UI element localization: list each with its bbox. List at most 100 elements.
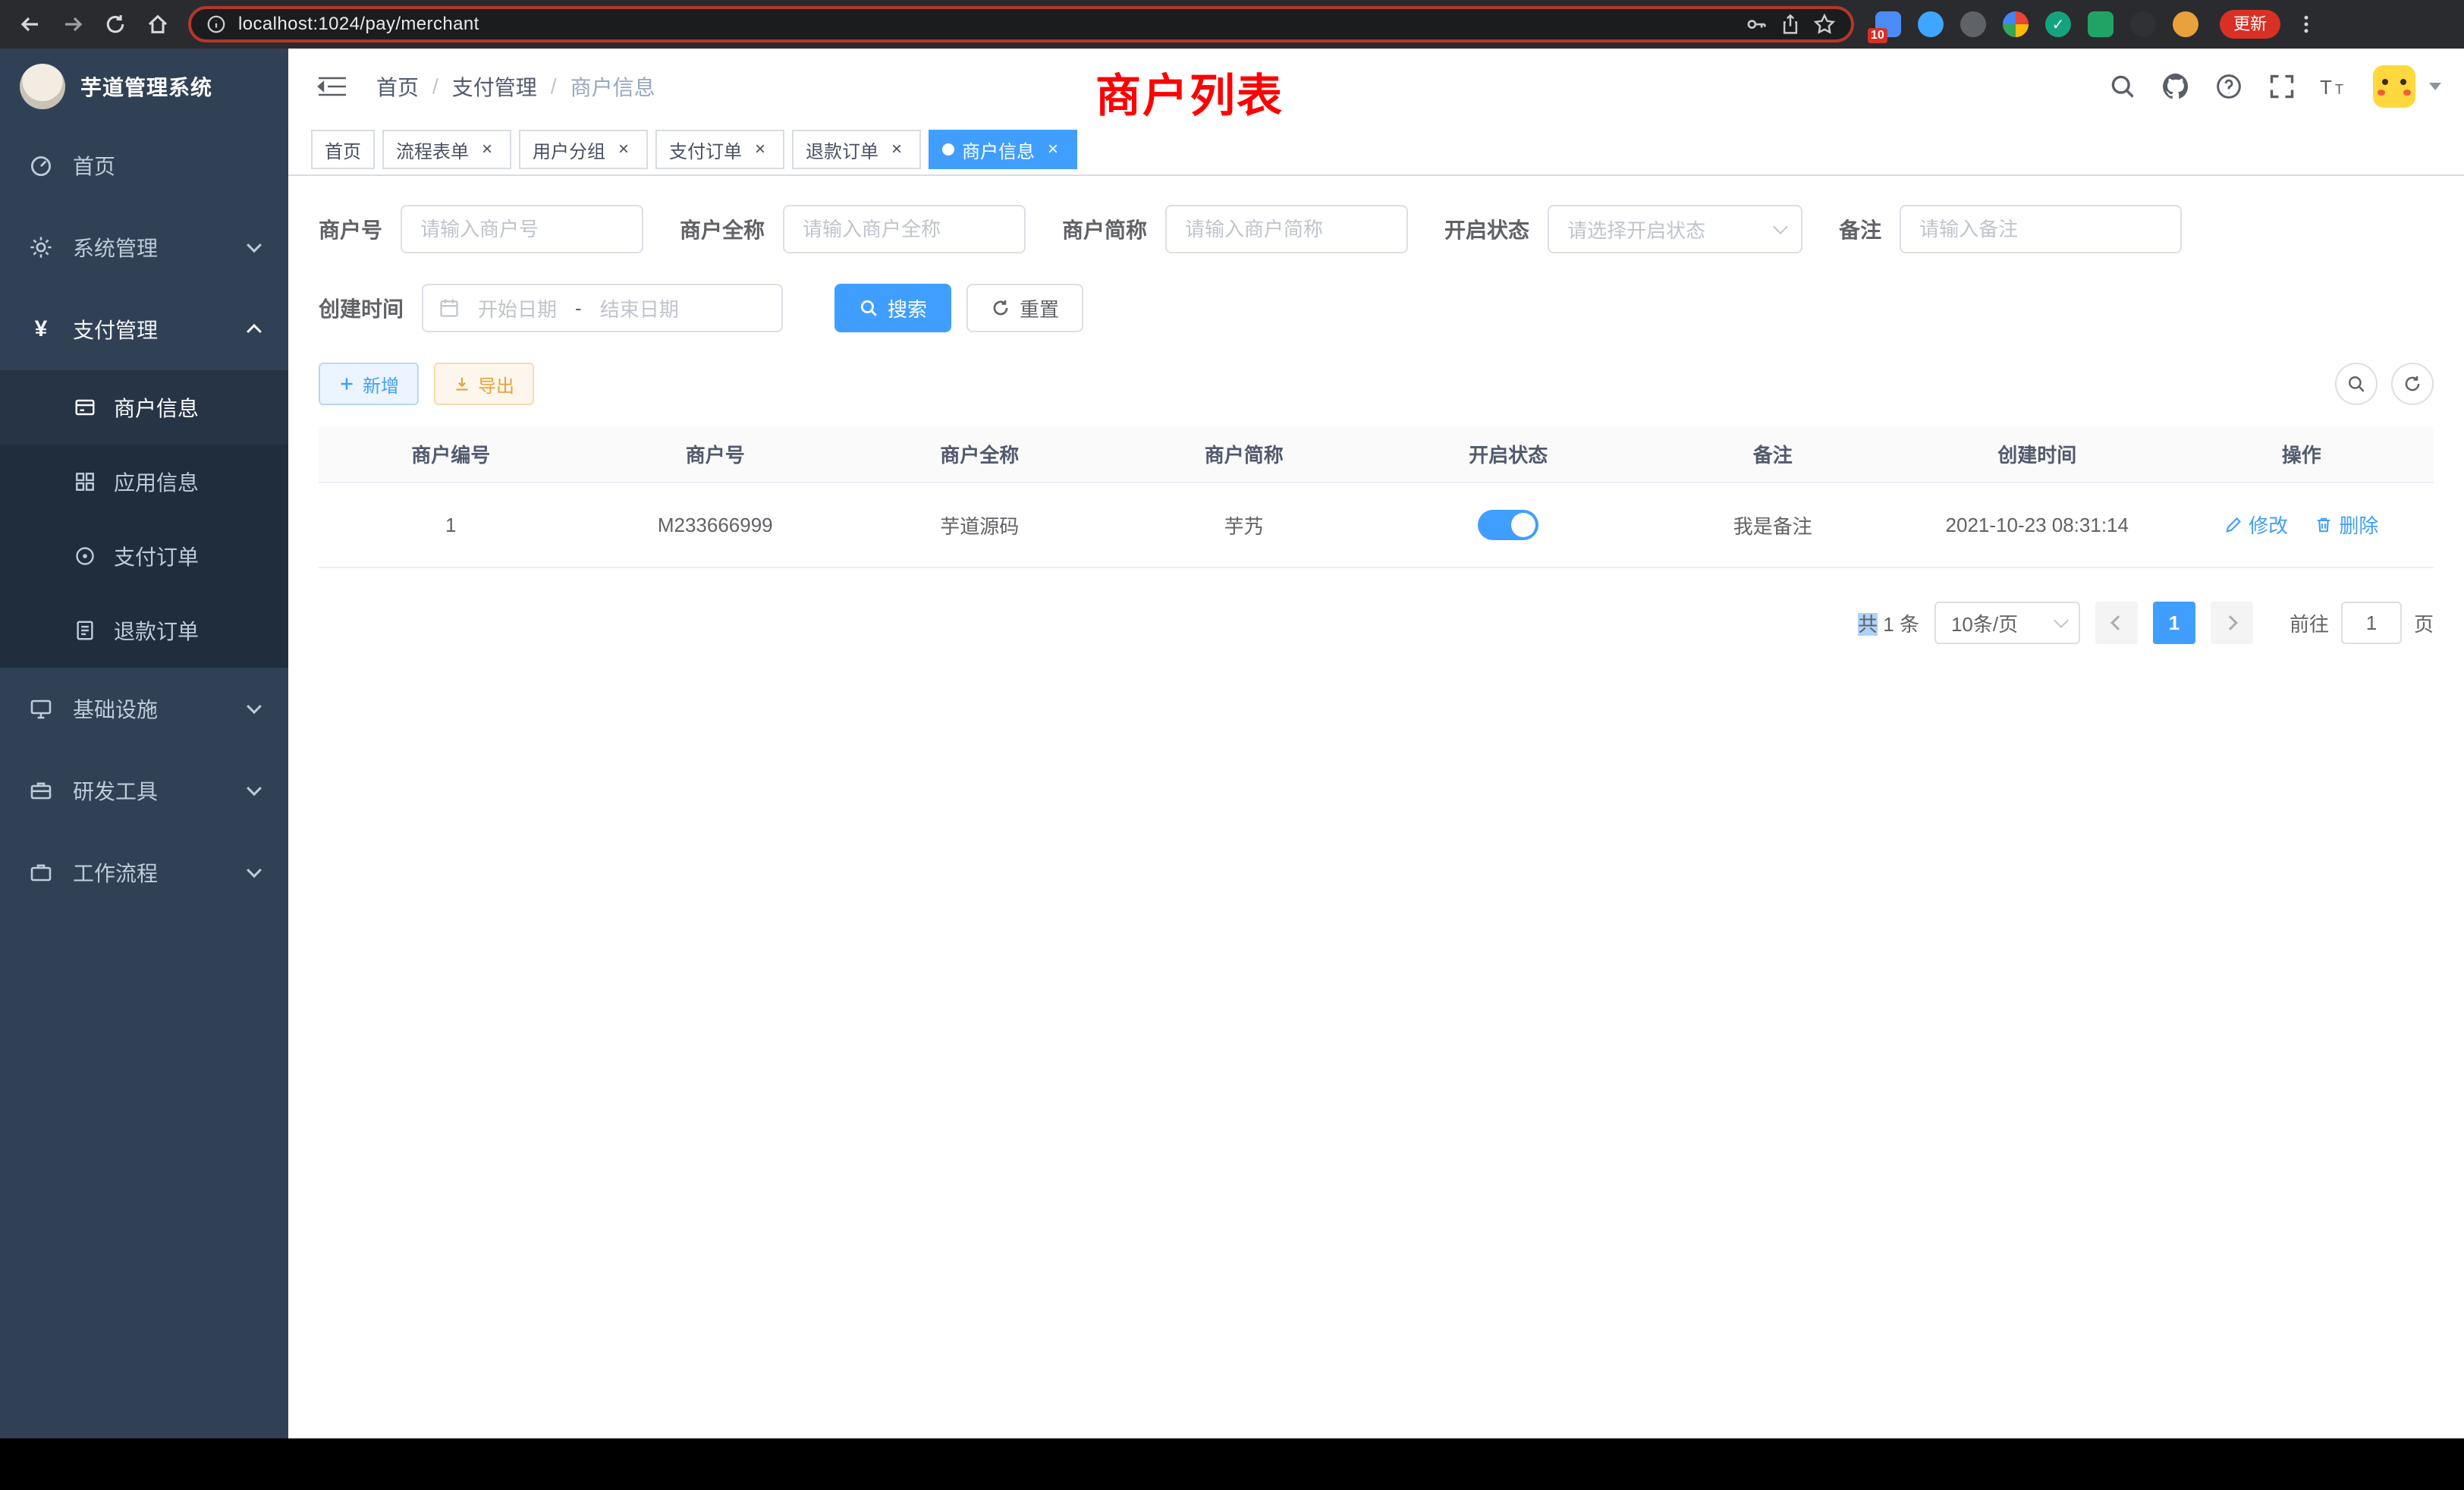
sidebar-item-label: 系统管理 xyxy=(73,232,158,262)
site-info-icon[interactable] xyxy=(206,14,226,34)
breadcrumb: 首页 / 支付管理 / 商户信息 xyxy=(376,71,655,102)
app-shell: 芋道管理系统 首页 系统管理 ¥ 支付管理 xyxy=(0,49,2464,1438)
tab-home[interactable]: 首页 xyxy=(311,130,375,169)
sidebar-item-merchant-info[interactable]: 商户信息 xyxy=(0,370,288,445)
url-text[interactable]: localhost:1024/pay/merchant xyxy=(238,14,1733,35)
chevron-down-icon xyxy=(247,863,262,878)
monitor-icon xyxy=(29,696,53,721)
main-area: 商户列表 首页 / 支付管理 / 商户信息 xyxy=(288,49,2464,1438)
search-icon[interactable] xyxy=(2107,71,2138,102)
prev-page-button[interactable] xyxy=(2095,602,2138,644)
extension-icon-1[interactable]: 10 xyxy=(1875,11,1901,37)
tab-payment-orders[interactable]: 支付订单 × xyxy=(655,130,784,169)
add-button[interactable]: 新增 xyxy=(319,363,419,405)
chevron-right-icon xyxy=(2223,615,2238,630)
close-icon[interactable]: × xyxy=(750,139,771,160)
extension-icon-6[interactable] xyxy=(2088,11,2114,37)
sidebar-item-payment-orders[interactable]: 支付订单 xyxy=(0,519,288,593)
extension-icon-8[interactable] xyxy=(2173,11,2198,37)
user-avatar[interactable] xyxy=(2373,65,2415,108)
add-button-label: 新增 xyxy=(363,371,399,398)
short-name-input[interactable] xyxy=(1165,205,1408,253)
sidebar-item-label: 支付订单 xyxy=(114,541,199,571)
status-select[interactable]: 请选择开启状态 xyxy=(1548,205,1802,253)
browser-reload-icon[interactable] xyxy=(97,6,134,42)
delete-link[interactable]: 删除 xyxy=(2315,511,2378,539)
grid-icon xyxy=(73,470,97,494)
share-icon[interactable] xyxy=(1780,14,1801,35)
password-key-icon[interactable] xyxy=(1745,13,1768,36)
merchant-no-input[interactable] xyxy=(401,205,643,253)
col-header-merchant-no: 商户号 xyxy=(583,426,848,483)
col-header-full-name: 商户全称 xyxy=(847,426,1112,483)
table-header-row: 商户编号 商户号 商户全称 商户简称 开启状态 备注 创建时间 操作 xyxy=(319,426,2434,483)
help-icon[interactable] xyxy=(2214,71,2244,102)
sidebar-item-label: 支付管理 xyxy=(73,314,158,344)
next-page-button[interactable] xyxy=(2211,602,2253,644)
search-button[interactable]: 搜索 xyxy=(834,284,951,332)
delete-link-label: 删除 xyxy=(2339,511,2378,539)
status-toggle[interactable] xyxy=(1478,510,1538,540)
user-menu-caret-icon[interactable] xyxy=(2429,83,2441,90)
page-1-button[interactable]: 1 xyxy=(2153,602,2195,644)
edit-link[interactable]: 修改 xyxy=(2224,511,2288,539)
goto-page-input[interactable] xyxy=(2341,602,2402,644)
close-icon[interactable]: × xyxy=(476,139,498,160)
tab-refund-orders[interactable]: 退款订单 × xyxy=(792,130,921,169)
date-range-picker[interactable]: 开始日期 - 结束日期 xyxy=(422,284,783,332)
sidebar-item-dev-tools[interactable]: 研发工具 xyxy=(0,750,288,831)
browser-forward-icon[interactable] xyxy=(55,6,91,42)
cell-merchant-no: M233666999 xyxy=(583,483,848,567)
refresh-table-icon[interactable] xyxy=(2391,363,2434,405)
extension-icon-2[interactable] xyxy=(1918,11,1944,37)
remark-input[interactable] xyxy=(1900,205,2182,253)
top-navbar: 首页 / 支付管理 / 商户信息 T xyxy=(288,49,2464,124)
hamburger-icon[interactable] xyxy=(311,68,354,105)
avatar-cheek xyxy=(2403,90,2411,96)
sidebar-item-label: 研发工具 xyxy=(73,775,158,806)
close-icon[interactable]: × xyxy=(886,139,907,160)
reset-button[interactable]: 重置 xyxy=(966,284,1083,332)
app-title: 芋道管理系统 xyxy=(80,71,212,102)
sidebar-item-system[interactable]: 系统管理 xyxy=(0,206,288,288)
breadcrumb-payment[interactable]: 支付管理 xyxy=(452,71,537,102)
date-separator: - xyxy=(575,297,582,320)
svg-text:T: T xyxy=(2320,76,2332,99)
address-bar[interactable]: localhost:1024/pay/merchant xyxy=(188,6,1854,42)
bookmark-star-icon[interactable] xyxy=(1813,13,1836,36)
extension-icon-3[interactable] xyxy=(1960,11,1986,37)
cell-create-time: 2021-10-23 08:31:14 xyxy=(1905,483,2170,567)
close-icon[interactable]: × xyxy=(1042,139,1064,160)
tab-merchant-info[interactable]: 商户信息 × xyxy=(929,130,1077,169)
sidebar-item-app-info[interactable]: 应用信息 xyxy=(0,445,288,519)
export-button[interactable]: 导出 xyxy=(434,363,534,405)
breadcrumb-home[interactable]: 首页 xyxy=(376,71,419,102)
tab-process-form[interactable]: 流程表单 × xyxy=(382,130,511,169)
fullscreen-icon[interactable] xyxy=(2267,71,2297,102)
sidebar-item-infrastructure[interactable]: 基础设施 xyxy=(0,668,288,750)
sidebar-item-workflow[interactable]: 工作流程 xyxy=(0,831,288,913)
sidebar-item-payment[interactable]: ¥ 支付管理 xyxy=(0,288,288,370)
app-logo[interactable]: 芋道管理系统 xyxy=(0,49,288,124)
browser-menu-icon[interactable] xyxy=(2296,14,2317,35)
toggle-search-icon[interactable] xyxy=(2335,363,2378,405)
extension-icon-7[interactable] xyxy=(2130,11,2156,37)
font-size-icon[interactable]: TT xyxy=(2320,71,2350,102)
select-placeholder: 请选择开启状态 xyxy=(1567,215,1705,244)
col-header-remark: 备注 xyxy=(1641,426,1906,483)
github-icon[interactable] xyxy=(2161,71,2191,102)
browser-update-button[interactable]: 更新 xyxy=(2220,10,2280,39)
browser-back-icon[interactable] xyxy=(12,6,49,42)
extension-icon-5[interactable]: ✓ xyxy=(2045,11,2071,37)
sidebar-item-home[interactable]: 首页 xyxy=(0,124,288,206)
close-icon[interactable]: × xyxy=(613,139,634,160)
briefcase-icon xyxy=(29,860,53,885)
browser-home-icon[interactable] xyxy=(140,6,176,42)
tab-user-group[interactable]: 用户分组 × xyxy=(519,130,648,169)
date-start-placeholder: 开始日期 xyxy=(478,294,557,322)
sidebar-item-refund-orders[interactable]: 退款订单 xyxy=(0,593,288,668)
logo-avatar xyxy=(20,64,65,109)
full-name-input[interactable] xyxy=(783,205,1026,253)
page-size-select[interactable]: 10条/页 xyxy=(1934,602,2080,644)
extension-icon-4[interactable] xyxy=(2003,11,2029,37)
